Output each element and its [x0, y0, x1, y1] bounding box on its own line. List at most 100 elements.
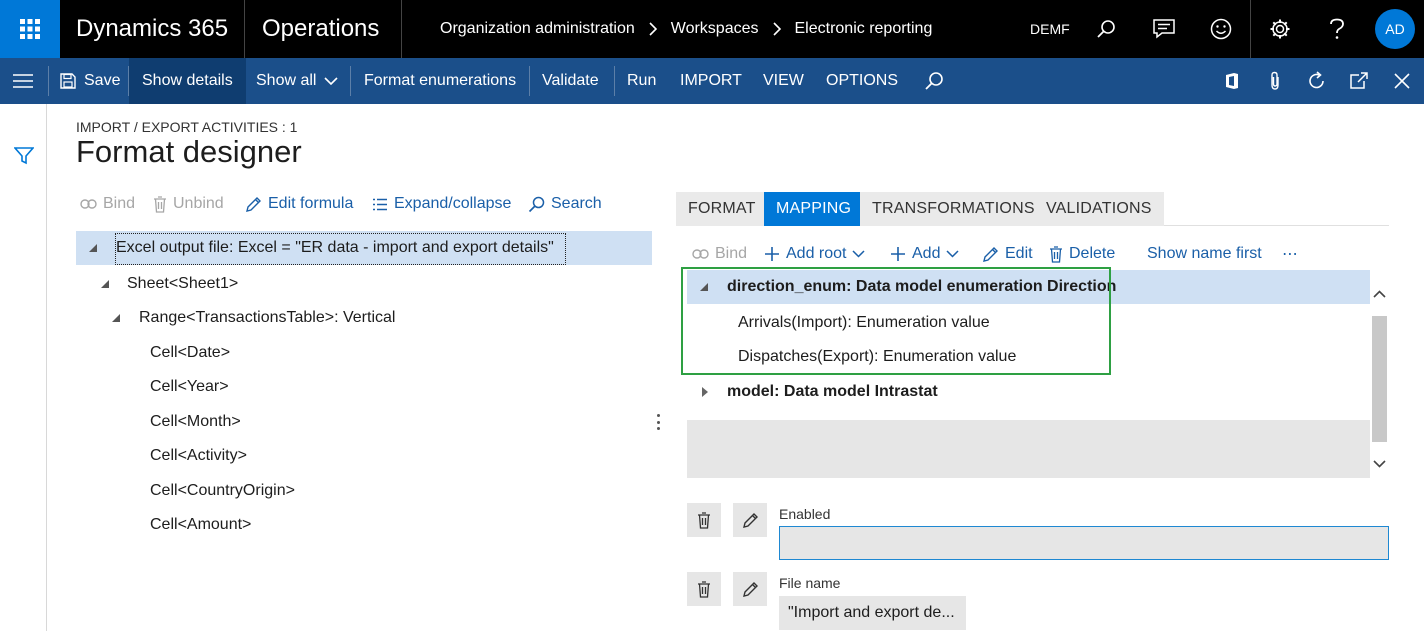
save-label: Save — [84, 72, 121, 89]
add-button[interactable]: Add — [890, 244, 965, 264]
unbind-label: Unbind — [173, 195, 224, 212]
scroll-down-button[interactable] — [1372, 454, 1387, 474]
tree-node[interactable]: direction_enum: Data model enumeration D… — [687, 270, 1370, 304]
validate-button[interactable]: Validate — [542, 58, 599, 104]
tree-node-label: direction_enum: Data model enumeration D… — [727, 278, 1117, 295]
action-pane: Save Show details Show all Format enumer… — [0, 58, 1424, 104]
tree-node[interactable]: Arrivals(Import): Enumeration value — [687, 306, 1370, 340]
gear-icon — [1270, 19, 1290, 39]
tree-node[interactable]: Range<TransactionsTable>: Vertical — [76, 301, 652, 335]
trash-icon — [698, 580, 710, 598]
message-icon — [1153, 19, 1175, 39]
tree-node-label: Sheet<Sheet1> — [127, 275, 239, 292]
clear-file-name-button[interactable] — [687, 572, 721, 606]
edit-enabled-button[interactable] — [733, 503, 767, 537]
feedback-button[interactable] — [1206, 14, 1236, 44]
expand-collapse-button[interactable]: Expand/collapse — [372, 194, 511, 214]
tree-node-label: Cell<Amount> — [150, 516, 252, 533]
search-button[interactable] — [1091, 14, 1121, 44]
vertical-scrollbar[interactable] — [1370, 270, 1389, 489]
avatar[interactable]: AD — [1375, 9, 1415, 49]
tree-node[interactable]: Sheet<Sheet1> — [76, 267, 652, 301]
collapse-triangle-icon[interactable] — [112, 314, 120, 322]
collapse-triangle-icon[interactable] — [89, 244, 97, 252]
tree-node[interactable]: Cell<Amount> — [76, 508, 652, 542]
breadcrumb-item[interactable]: Workspaces — [671, 20, 759, 38]
edit-formula-label: Edit formula — [268, 195, 354, 212]
tree-node-label: Cell<Activity> — [150, 447, 247, 464]
open-new-window-button[interactable] — [1347, 69, 1371, 93]
divider — [48, 66, 49, 96]
tab-mapping[interactable]: MAPPING — [764, 192, 864, 226]
more-options-button[interactable]: ⋯ — [1282, 244, 1298, 264]
file-name-field[interactable]: "Import and export de... — [779, 596, 966, 630]
show-name-first-label: Show name first — [1147, 245, 1262, 262]
refresh-button[interactable] — [1305, 69, 1329, 93]
tree-node[interactable]: Cell<CountryOrigin> — [76, 474, 652, 508]
pencil-icon — [742, 581, 758, 597]
run-button[interactable]: Run — [627, 58, 656, 104]
bind-label: Bind — [103, 195, 136, 212]
brand-name[interactable]: Dynamics 365 — [76, 0, 228, 58]
refresh-icon — [1309, 71, 1324, 89]
tree-node[interactable]: Cell<Date> — [76, 336, 652, 370]
link-icon — [692, 249, 709, 259]
enabled-field[interactable] — [779, 526, 1389, 560]
format-enumerations-button[interactable]: Format enumerations — [364, 58, 516, 104]
tree-node[interactable]: Cell<Year> — [76, 370, 652, 404]
mapping-bind-button[interactable]: Bind — [692, 244, 747, 264]
filter-button[interactable] — [13, 147, 35, 170]
attachments-button[interactable] — [1263, 69, 1287, 93]
edit-file-name-button[interactable] — [733, 572, 767, 606]
expand-collapse-label: Expand/collapse — [394, 195, 512, 212]
tree-search-button[interactable]: Search — [528, 194, 602, 214]
tree-node[interactable]: model: Data model Intrastat — [687, 375, 1370, 409]
chevron-down-icon — [946, 250, 959, 258]
tree-node[interactable]: Excel output file: Excel = "ER data - im… — [76, 231, 652, 265]
close-button[interactable] — [1390, 69, 1414, 93]
bind-button[interactable]: Bind — [80, 194, 135, 214]
search-icon — [1097, 20, 1115, 38]
tree-node[interactable]: Cell<Activity> — [76, 439, 652, 473]
scroll-thumb[interactable] — [1372, 316, 1387, 442]
open-in-office-button[interactable] — [1220, 69, 1244, 93]
expand-triangle-icon[interactable] — [702, 387, 708, 397]
clear-enabled-button[interactable] — [687, 503, 721, 537]
tab-view[interactable]: VIEW — [763, 58, 804, 104]
tab-import[interactable]: IMPORT — [680, 58, 742, 104]
scroll-up-button[interactable] — [1372, 284, 1387, 304]
action-search-button[interactable] — [922, 69, 946, 93]
module-name[interactable]: Operations — [262, 0, 379, 58]
edit-formula-button[interactable]: Edit formula — [245, 194, 353, 214]
tree-node[interactable]: Dispatches(Export): Enumeration value — [687, 340, 1370, 374]
tab-transformations[interactable]: TRANSFORMATIONS — [860, 192, 1047, 226]
tab-validations[interactable]: VALIDATIONS — [1034, 192, 1164, 226]
office-icon — [1226, 73, 1238, 89]
tab-format[interactable]: FORMAT — [676, 192, 768, 226]
app-launcher-button[interactable] — [0, 0, 60, 58]
navigation-menu-button[interactable] — [12, 71, 34, 96]
splitter-handle[interactable] — [656, 414, 660, 430]
unbind-button[interactable]: Unbind — [153, 194, 224, 214]
tree-node[interactable]: Cell<Month> — [76, 405, 652, 439]
show-details-button[interactable]: Show details — [129, 58, 246, 104]
save-button[interactable]: Save — [60, 58, 120, 104]
edit-button[interactable]: Edit — [982, 244, 1033, 264]
breadcrumb-item[interactable]: Organization administration — [440, 20, 635, 38]
messages-button[interactable] — [1149, 14, 1179, 44]
breadcrumb-item[interactable]: Electronic reporting — [795, 20, 933, 38]
list-icon — [373, 198, 387, 210]
popout-icon — [1350, 72, 1368, 89]
trash-icon — [1050, 245, 1062, 263]
show-all-dropdown[interactable]: Show all — [256, 58, 339, 104]
show-name-first-button[interactable]: Show name first — [1147, 244, 1262, 264]
delete-button[interactable]: Delete — [1049, 244, 1115, 264]
add-root-button[interactable]: Add root — [764, 244, 871, 264]
settings-button[interactable] — [1265, 14, 1295, 44]
collapse-triangle-icon[interactable] — [101, 280, 109, 288]
tab-options[interactable]: OPTIONS — [826, 58, 898, 104]
tree-node-label: Cell<CountryOrigin> — [150, 482, 295, 499]
help-button[interactable] — [1322, 14, 1352, 44]
company-picker[interactable]: DEMF — [1030, 0, 1070, 58]
collapse-triangle-icon[interactable] — [700, 283, 708, 291]
